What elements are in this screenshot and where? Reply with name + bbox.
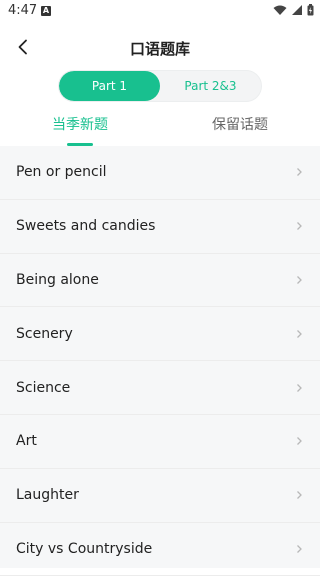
topic-label: Art <box>16 433 37 450</box>
status-icons <box>273 4 314 16</box>
topic-list: Pen or pencil Sweets and candies Being a… <box>0 146 320 576</box>
topic-item-being-alone[interactable]: Being alone <box>0 254 320 308</box>
topic-item-science[interactable]: Science <box>0 361 320 415</box>
notification-letter: A <box>42 6 50 15</box>
topic-item-scenery[interactable]: Scenery <box>0 307 320 362</box>
signal-icon <box>292 5 302 15</box>
battery-icon <box>307 4 314 16</box>
status-bar: 4:47 A <box>0 0 320 24</box>
page-title: 口语题库 <box>129 40 190 58</box>
topic-label: Pen or pencil <box>16 164 107 181</box>
chevron-right-icon <box>297 545 302 553</box>
topic-label: Laughter <box>16 487 79 504</box>
topic-label: Science <box>16 379 71 396</box>
topic-item-laughter[interactable]: Laughter <box>0 469 320 523</box>
notification-icon: A <box>41 6 51 16</box>
topic-label: City vs Countryside <box>16 540 153 557</box>
part-segmented-control: Part 1 Part 2&3 <box>58 70 262 102</box>
chevron-right-icon <box>297 276 302 284</box>
chevron-right-icon <box>297 491 302 500</box>
chevron-right-icon <box>297 222 302 231</box>
topic-item-sweets-and-candies[interactable]: Sweets and candies <box>0 200 320 254</box>
topic-label: Being alone <box>16 271 99 288</box>
chevron-right-icon <box>297 329 302 338</box>
topic-label: Scenery <box>16 325 73 342</box>
chevron-right-icon <box>297 168 302 177</box>
chevron-right-icon <box>297 383 302 392</box>
topic-tabs: 当季新题 保留话题 <box>0 110 320 146</box>
topic-item-art[interactable]: Art <box>0 415 320 469</box>
segment-part-1[interactable]: Part 1 <box>59 71 160 101</box>
topic-item-pen-or-pencil[interactable]: Pen or pencil <box>0 146 320 200</box>
status-time: 4:47 <box>8 3 38 18</box>
segment-part-2-3[interactable]: Part 2&3 <box>160 71 261 101</box>
chevron-right-icon <box>297 437 302 446</box>
app-header: 口语题库 <box>0 24 320 70</box>
wifi-icon <box>273 5 287 15</box>
tab-new-topics[interactable]: 当季新题 <box>52 114 108 134</box>
tab-retained-topics[interactable]: 保留话题 <box>212 114 268 134</box>
topic-label: Sweets and candies <box>16 218 156 235</box>
